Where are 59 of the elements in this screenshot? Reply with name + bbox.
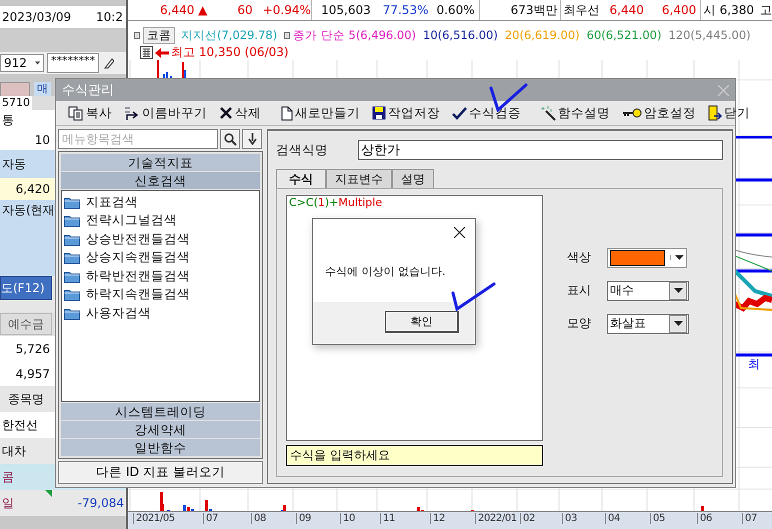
axis-label: 10 [340, 513, 355, 524]
turnover-text: 0.60% [436, 3, 475, 17]
best-quote-label: 최우선 [564, 2, 600, 18]
stock-name-cell-text: 콤 [1, 468, 15, 486]
axis-label: 05 [650, 513, 665, 524]
axis-label: 02 [520, 513, 535, 524]
hint-bar: 수식을 입력하세요 [286, 445, 543, 466]
stock-name-cell-text: 일 [1, 494, 15, 512]
setting-label: 색상 [567, 249, 592, 266]
high-price-label: 최고 10,350 (06/03) [171, 44, 289, 61]
stock-name-label: 코콤 [143, 26, 175, 44]
axis-label: 08 [251, 513, 266, 524]
axis-label: 03 [562, 513, 577, 524]
legend-item: 20(6,619.00) [504, 28, 580, 42]
setting-label: 모양 [567, 315, 592, 332]
column-header: 종목명 [7, 390, 45, 408]
bid-text: 6,400 [662, 3, 696, 17]
legend-item: 종가 단순 5(6,496.00) [293, 28, 416, 42]
price-mode-cell: 자동(현재 [2, 202, 55, 219]
column-header: 예수금 [0, 313, 52, 335]
price-text: 6,440 ▲ [160, 3, 208, 17]
deposit-cell-text: 5,726 [14, 342, 50, 356]
price-cell-text: 6,420 [14, 182, 50, 196]
legend-item: 120(5,445.00) [668, 28, 751, 42]
stock-name-cell-text: 대차 [1, 442, 27, 460]
legend-item: 지지선(7,029.78) [181, 28, 278, 42]
axis-label: 06 [697, 513, 712, 524]
stock-name-cell-text: 한전선 [1, 416, 39, 434]
setting-label: 표시 [567, 282, 592, 299]
axis-label: 2021/05 [133, 513, 175, 524]
deposit-cell-text: 4,957 [14, 366, 50, 380]
volume-text: 105,603 [321, 3, 371, 17]
open-label: 시 [704, 2, 716, 18]
axis-label: 04 [605, 513, 620, 524]
time-cell: 10:2 [96, 10, 122, 24]
change-rate-text: +0.94% [262, 3, 311, 17]
axis-label: 09 [296, 513, 311, 524]
open-text: 6,380 [720, 3, 754, 17]
trade-value-text: 673백만 [510, 2, 558, 18]
axis-label: 12 [430, 513, 445, 524]
amount-cell-text: -79,084 [76, 496, 124, 510]
high-label: 고 [760, 2, 772, 18]
legend-item: 10(6,516.00) [423, 28, 498, 42]
volume-ratio-text: 77.53% [382, 3, 428, 17]
axis-label: 2022/01 [475, 513, 517, 524]
window-title: 수식관리 [62, 82, 114, 99]
change-text: 60 [237, 3, 253, 17]
ask-text: 6,440 [610, 3, 644, 17]
order-type-cell: 통 [2, 112, 14, 128]
axis-label: 11 [380, 513, 395, 524]
formula-name-label: 검색식명 [276, 142, 329, 158]
price-mode-cell: 자동 [2, 156, 26, 172]
axis-label: 07 [203, 513, 218, 524]
message-text: 수식에 이상이 없습니다. [325, 264, 446, 279]
axis-label: 07 [742, 513, 757, 524]
low-price-label: 최 [748, 356, 760, 373]
date-cell: 2023/03/09 [2, 10, 72, 24]
quantity-cell-text: 10 [34, 133, 50, 147]
legend-item: 60(6,521.00) [586, 28, 662, 42]
